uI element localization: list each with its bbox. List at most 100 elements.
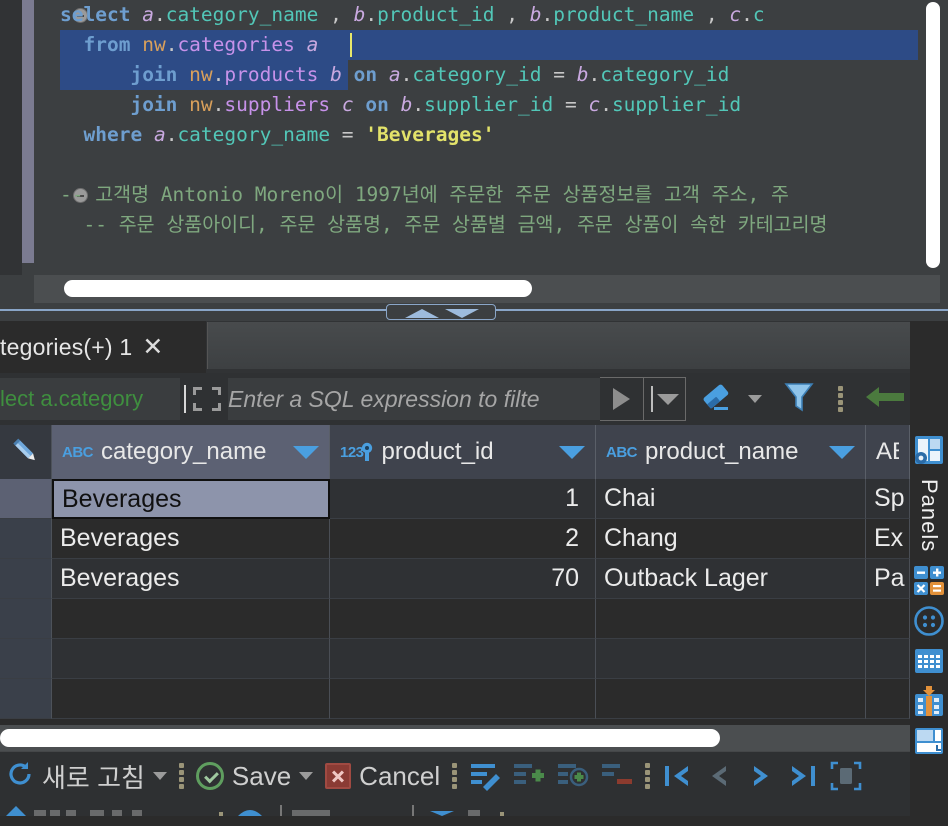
editor-left-scrollbar[interactable] (22, 0, 34, 263)
row-header-cell[interactable] (0, 519, 52, 559)
play-icon (613, 388, 630, 410)
grid-cell-category_name[interactable]: Beverages (52, 559, 330, 599)
grid-cell-product_id[interactable] (330, 639, 596, 679)
last-page-icon[interactable] (782, 752, 824, 800)
grid-hscroll-thumb[interactable] (0, 729, 720, 747)
delete-row-icon[interactable] (595, 752, 639, 800)
table-row[interactable] (0, 639, 910, 679)
grid-cell-product_id[interactable] (330, 679, 596, 719)
code-line: where a.category_name = 'Beverages' (83, 123, 495, 146)
row-header-cell[interactable] (0, 679, 52, 719)
grid-cell-AB[interactable]: Pa (866, 559, 910, 599)
grid-cell-AB[interactable] (866, 679, 910, 719)
row-header-cell[interactable] (0, 479, 52, 519)
import-grid-icon[interactable] (914, 686, 944, 717)
table-row[interactable] (0, 679, 910, 719)
grid-cell-product_name[interactable]: Chang (596, 519, 866, 559)
grid-cell-product_name[interactable]: Outback Lager (596, 559, 866, 599)
sql-editor[interactable]: select a.category_name , b.product_id , … (0, 0, 948, 275)
grid-column-header-product_id[interactable]: 123 product_id (330, 425, 596, 479)
kebab-menu-icon[interactable] (838, 386, 843, 412)
eraser-icon[interactable] (700, 382, 734, 417)
table-row[interactable]: Beverages 2 Chang Ex (0, 519, 910, 559)
filter-query-display[interactable]: lect a.category (0, 378, 180, 420)
code-line: from nw.categories a (83, 33, 319, 56)
apply-filter-button[interactable] (600, 377, 644, 421)
filter-expression-input[interactable]: Enter a SQL expression to filte (228, 378, 600, 420)
refresh-button[interactable]: 새로 고침 (0, 752, 173, 800)
sort-dropdown-icon[interactable] (293, 445, 319, 459)
status-strip-cropped (0, 799, 910, 816)
filter-history-button[interactable] (644, 377, 686, 421)
grid-row-header-corner[interactable] (0, 425, 52, 479)
grid-cell-category_name[interactable] (52, 639, 330, 679)
grid-cell-AB[interactable] (866, 639, 910, 679)
close-icon[interactable]: ✕ (142, 334, 163, 360)
results-tab-categories[interactable]: tegories(+) 1 ✕ (0, 321, 206, 373)
grid-cell-category_name[interactable] (52, 599, 330, 639)
refresh-dropdown-icon[interactable] (152, 772, 167, 780)
code-line: join nw.products b on a.category_id = b.… (130, 63, 730, 86)
collapse-up-icon[interactable] (405, 309, 439, 318)
table-row[interactable]: Beverages 70 Outback Lager Pa (0, 559, 910, 599)
grid-cell-product_id[interactable]: 70 (330, 559, 596, 599)
duplicate-row-icon[interactable] (551, 752, 595, 800)
editor-results-splitter[interactable] (0, 303, 948, 321)
edit-row-icon[interactable] (463, 752, 507, 800)
expand-icon[interactable] (192, 385, 222, 413)
editor-fold-gutter[interactable] (34, 0, 88, 275)
save-dropdown-icon[interactable] (299, 772, 314, 780)
grid-cell-product_name[interactable] (596, 599, 866, 639)
add-row-icon[interactable] (507, 752, 551, 800)
code-line: -- 고객명 Antonio Moreno이 1997년에 주문한 주문 상품정… (60, 183, 789, 206)
row-header-cell[interactable] (0, 639, 52, 679)
save-label: Save (231, 760, 292, 791)
panel-settings-icon[interactable] (914, 435, 944, 465)
grid-cell-product_name[interactable] (596, 679, 866, 719)
collapse-down-icon[interactable] (445, 309, 479, 318)
table-row[interactable] (0, 599, 910, 639)
results-grid[interactable]: ABC category_name 123 product_id ABC product_… (0, 425, 910, 725)
grid-cell-AB[interactable] (866, 599, 910, 639)
editor-vertical-scrollbar[interactable] (926, 2, 940, 268)
editor-hscroll-thumb[interactable] (64, 280, 532, 297)
grid-cell-AB[interactable]: Sp (866, 479, 910, 519)
chevron-down-icon (656, 393, 679, 405)
grid-cell-product_id[interactable] (330, 599, 596, 639)
grid-cell-product_id[interactable]: 1 (330, 479, 596, 519)
cancel-button[interactable]: Cancel (319, 752, 446, 800)
grid-column-header-category_name[interactable]: ABC category_name (52, 425, 330, 479)
splitter-collapse-control[interactable] (386, 304, 496, 320)
grid-cell-category_name[interactable] (52, 679, 330, 719)
fetch-all-icon[interactable] (824, 752, 868, 800)
previous-page-icon[interactable] (698, 752, 740, 800)
filter-query-text: lect a.category (0, 386, 144, 411)
grid-hscroll-track[interactable] (0, 725, 910, 751)
grid-panel-icon[interactable] (914, 646, 944, 676)
editor-code-area[interactable]: select a.category_name , b.product_id , … (60, 0, 940, 275)
grid-cell-product_name[interactable] (596, 639, 866, 679)
row-header-cell[interactable] (0, 599, 52, 639)
calc-panel-icon[interactable] (914, 606, 944, 637)
value-panel-icon[interactable] (914, 566, 944, 596)
grid-cell-product_id[interactable]: 2 (330, 519, 596, 559)
sort-dropdown-icon[interactable] (559, 445, 585, 459)
grid-cell-AB[interactable]: Ex (866, 519, 910, 559)
column-type-icon: ABC (62, 443, 94, 461)
eraser-dropdown-icon[interactable] (748, 395, 762, 403)
save-button[interactable]: Save (190, 752, 319, 800)
grid-column-header-product_name[interactable]: ABC product_name (596, 425, 866, 479)
grid-column-header-AB[interactable]: AB (866, 425, 910, 479)
funnel-icon[interactable] (784, 381, 814, 418)
filter-bar: lect a.category Enter a SQL expression t… (0, 373, 948, 426)
table-row[interactable]: Beverages 1 Chai Sp (0, 479, 910, 519)
sort-dropdown-icon[interactable] (829, 445, 855, 459)
grid-cell-category_name[interactable]: Beverages (52, 479, 330, 519)
layout-panel-icon[interactable] (914, 726, 944, 756)
first-page-icon[interactable] (656, 752, 698, 800)
grid-cell-product_name[interactable]: Chai (596, 479, 866, 519)
next-page-icon[interactable] (740, 752, 782, 800)
grid-cell-category_name[interactable]: Beverages (52, 519, 330, 559)
arrow-left-icon[interactable] (865, 384, 905, 415)
row-header-cell[interactable] (0, 559, 52, 599)
